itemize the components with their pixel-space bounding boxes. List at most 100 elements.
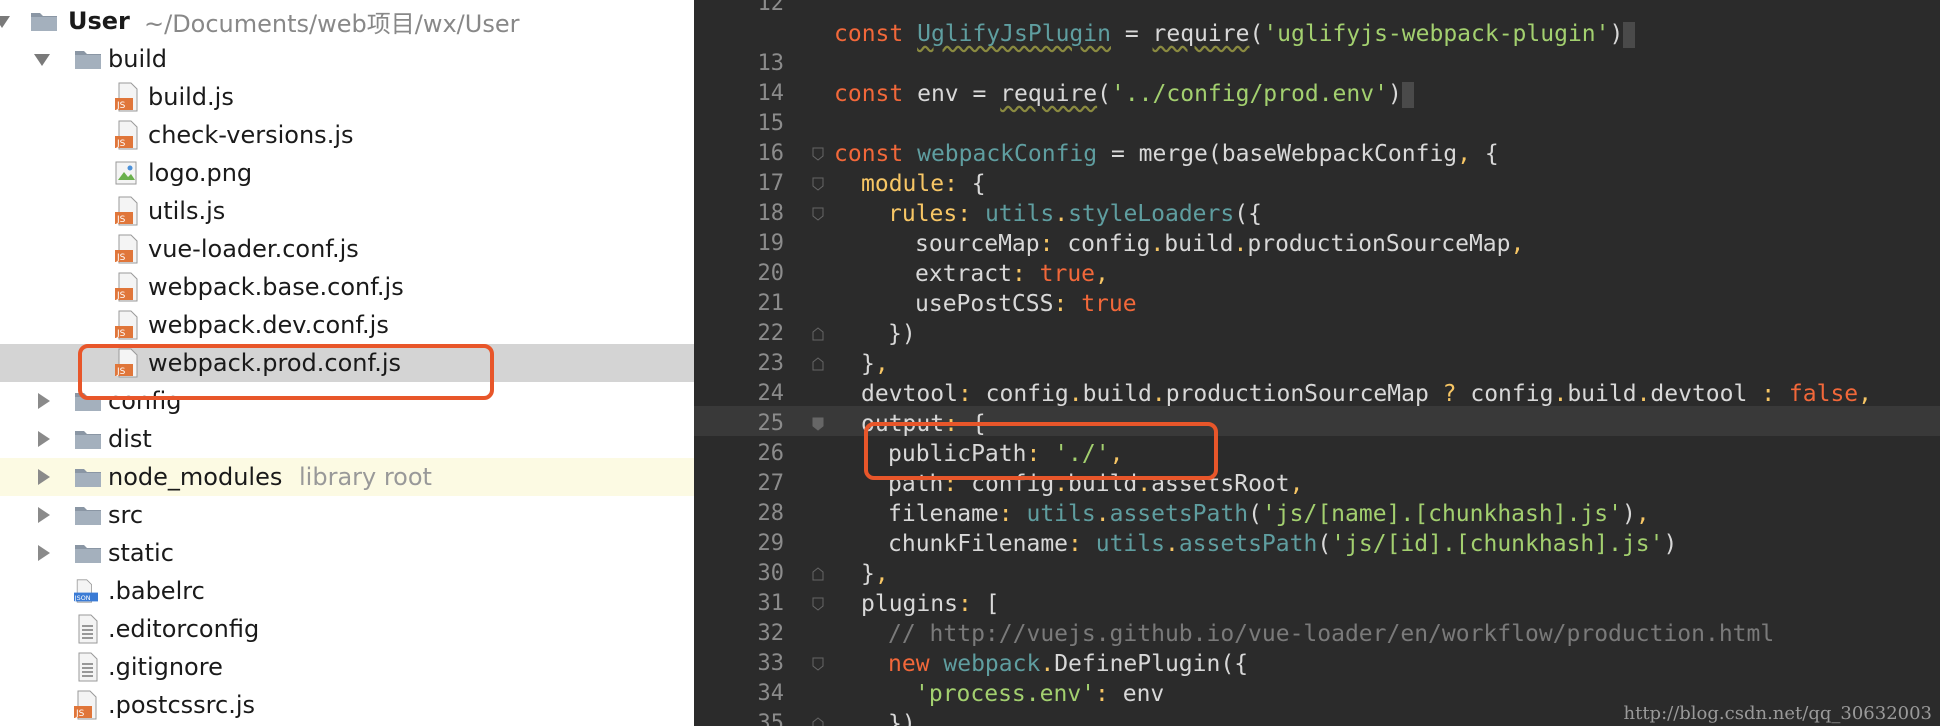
code-line[interactable]: const webpackConfig = merge(baseWebpackC…	[834, 139, 1499, 169]
code-token: productionSourceMap	[1247, 231, 1511, 257]
code-line[interactable]: chunkFilename: utils.assetsPath('js/[id]…	[888, 529, 1677, 559]
code-token: filename	[888, 501, 999, 527]
fold-marker-icon[interactable]	[812, 657, 824, 671]
image-file-icon	[115, 161, 137, 185]
tree-row-file[interactable]: JS .postcssrc.js	[0, 686, 694, 724]
code-line[interactable]: },	[861, 349, 889, 379]
expand-arrow-icon[interactable]	[38, 469, 50, 485]
code-token: const	[834, 21, 918, 47]
code-editor[interactable]: 12 13 14 15 16 17 18 19 20 21 22 23 24 2…	[694, 0, 1940, 726]
code-token: utils	[1095, 531, 1165, 557]
code-line[interactable]: plugins: [	[861, 589, 1000, 619]
tree-row-file[interactable]: JS vue-loader.conf.js	[0, 230, 694, 268]
code-token: ,	[1095, 261, 1109, 287]
tree-row-folder-library[interactable]: node_modules library root	[0, 458, 694, 496]
line-number: 14	[757, 81, 785, 106]
fold-end-icon[interactable]	[812, 717, 824, 726]
expand-arrow-icon[interactable]	[38, 431, 50, 447]
collapse-arrow-icon[interactable]	[0, 16, 10, 28]
code-line[interactable]: })	[888, 319, 916, 349]
tree-row-folder[interactable]: static	[0, 534, 694, 572]
fold-marker-icon[interactable]	[812, 597, 824, 611]
root-folder-name: User	[68, 7, 130, 35]
code-line[interactable]: module: {	[861, 169, 986, 199]
file-name: .editorconfig	[108, 615, 260, 643]
tree-row-root[interactable]: User ~/Documents/web项目/wx/User	[0, 2, 694, 40]
folder-icon	[75, 507, 101, 525]
code-line[interactable]: devtool: config.build.productionSourceMa…	[861, 379, 1872, 409]
code-line[interactable]: },	[861, 559, 889, 589]
expand-arrow-icon[interactable]	[38, 393, 50, 409]
expand-arrow-icon[interactable]	[38, 507, 50, 523]
code-token: .	[1233, 231, 1248, 257]
tree-row-folder[interactable]: src	[0, 496, 694, 534]
tree-row-file[interactable]: .gitignore	[0, 648, 694, 686]
file-name: vue-loader.conf.js	[148, 235, 359, 263]
tree-row-file[interactable]: .editorconfig	[0, 610, 694, 648]
tree-row-folder[interactable]: dist	[0, 420, 694, 458]
code-line[interactable]: new webpack.DefinePlugin({	[888, 649, 1248, 679]
js-file-icon: JS	[74, 690, 97, 720]
tree-row-build[interactable]: build	[0, 40, 694, 78]
code-line[interactable]: const env = require('../config/prod.env'…	[834, 79, 1414, 109]
fold-marker-icon[interactable]	[812, 207, 824, 221]
file-name: webpack.prod.conf.js	[148, 349, 402, 377]
collapse-arrow-icon[interactable]	[34, 54, 50, 66]
code-token: // http://vuejs.github.io/vue-loader/en/…	[888, 621, 1775, 647]
tree-row-file[interactable]: JSON .babelrc	[0, 572, 694, 610]
js-file-icon: JS	[115, 348, 138, 378]
code-token: productionSourceMap	[1165, 381, 1443, 407]
folder-icon	[75, 431, 101, 449]
code-token: ,	[1457, 141, 1485, 167]
js-file-icon: JS	[115, 310, 138, 340]
fold-end-icon[interactable]	[812, 327, 824, 341]
code-line[interactable]: const UglifyJsPlugin = require('uglifyjs…	[834, 19, 1636, 49]
fold-marker-icon[interactable]	[812, 177, 824, 191]
code-token: .	[1164, 531, 1179, 557]
code-token: build	[1164, 231, 1234, 257]
tree-row-folder[interactable]: config	[0, 382, 694, 420]
fold-end-icon[interactable]	[812, 567, 824, 581]
code-token: plugins	[861, 591, 958, 617]
code-line[interactable]: extract: true,	[915, 259, 1109, 289]
tree-row-file[interactable]: JS build.js	[0, 78, 694, 116]
fold-end-icon[interactable]	[812, 357, 824, 371]
tree-row-file-selected[interactable]: JS webpack.prod.conf.js	[0, 344, 694, 382]
code-token: utils	[984, 201, 1055, 227]
code-token: :	[1761, 381, 1789, 407]
code-token: .	[1054, 471, 1069, 497]
code-token: .	[1137, 471, 1152, 497]
code-line[interactable]: output: {	[861, 409, 986, 439]
code-token: ,	[1289, 471, 1304, 497]
fold-marker-icon[interactable]	[812, 417, 824, 431]
expand-arrow-icon[interactable]	[38, 545, 50, 561]
code-line[interactable]: publicPath: './',	[888, 439, 1123, 469]
line-number: 17	[757, 171, 785, 196]
code-line[interactable]: 'process.env': env	[915, 679, 1164, 709]
code-line[interactable]: rules: utils.styleLoaders({	[888, 199, 1262, 229]
code-line[interactable]: sourceMap: config.build.productionSource…	[915, 229, 1524, 259]
json-file-icon: JSON	[74, 579, 98, 603]
code-token: env =	[917, 81, 1001, 107]
bracket-match-marker	[1401, 81, 1414, 108]
code-token: {	[1484, 141, 1499, 167]
code-line[interactable]: path: config.build.assetsRoot,	[888, 469, 1304, 499]
tree-row-file[interactable]: JS check-versions.js	[0, 116, 694, 154]
fold-marker-icon[interactable]	[812, 147, 824, 161]
code-token: .	[1150, 231, 1165, 257]
folder-icon	[31, 13, 57, 31]
code-token: utils	[1026, 501, 1096, 527]
folder-name: dist	[108, 425, 152, 453]
code-token: './'	[1054, 441, 1110, 467]
code-line[interactable]: usePostCSS: true	[915, 289, 1137, 319]
code-line[interactable]: })	[888, 709, 916, 726]
tree-row-file[interactable]: JS webpack.base.conf.js	[0, 268, 694, 306]
file-name: utils.js	[148, 197, 226, 225]
tree-row-file[interactable]: JS utils.js	[0, 192, 694, 230]
code-token: devtool	[1650, 381, 1762, 407]
code-line[interactable]: filename: utils.assetsPath('js/[name].[c…	[888, 499, 1650, 529]
tree-row-file[interactable]: JS webpack.dev.conf.js	[0, 306, 694, 344]
code-line[interactable]: // http://vuejs.github.io/vue-loader/en/…	[888, 619, 1774, 649]
tree-row-file[interactable]: logo.png	[0, 154, 694, 192]
code-token: true	[1081, 291, 1137, 317]
